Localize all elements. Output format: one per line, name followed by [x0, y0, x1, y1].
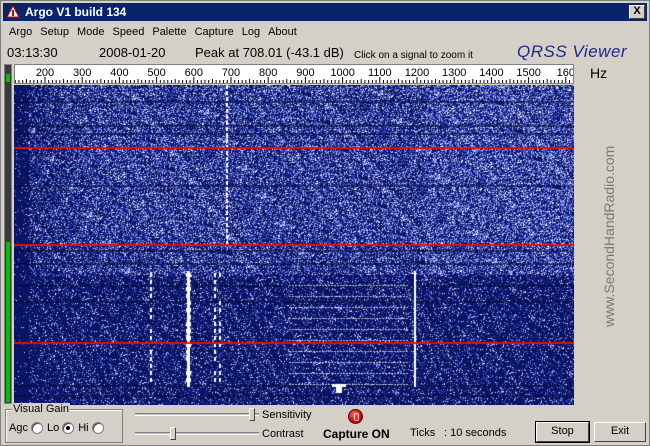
scale-label: 1100	[368, 67, 392, 79]
ticks-value: : 10 seconds	[444, 427, 507, 439]
frequency-scale-svg: 200 300 400 500 600 700 800 900 1000 1100 1200 1300…	[15, 67, 573, 83]
menu-capture[interactable]: Capture	[191, 26, 238, 38]
hi-label: Hi	[78, 422, 89, 434]
contrast-thumb[interactable]	[170, 427, 177, 440]
scale-label: 1200	[405, 67, 429, 79]
sensitivity-track	[135, 413, 259, 416]
sensitivity-thumb[interactable]	[249, 408, 256, 421]
visual-gain-group: Visual Gain Agc Lo Hi	[5, 403, 123, 443]
contrast-label: Contrast	[262, 428, 304, 440]
waterfall-display[interactable]	[14, 85, 574, 405]
scale-label: 1400	[479, 67, 503, 79]
menu-palette[interactable]: Palette	[148, 26, 190, 38]
contrast-track	[135, 432, 259, 435]
scale-label: 300	[73, 67, 91, 79]
visual-gain-legend: Visual Gain	[12, 403, 71, 415]
watermark-text: www.SecondHandRadio.com	[601, 145, 617, 327]
sensitivity-slider[interactable]	[135, 408, 259, 422]
capture-indicator-icon	[348, 409, 363, 424]
capture-status: Capture ON	[323, 427, 390, 441]
stop-button[interactable]: Stop	[535, 421, 590, 443]
scale-label: 800	[259, 67, 277, 79]
scale-label: 1300	[442, 67, 466, 79]
lo-label: Lo	[46, 422, 60, 434]
menu-log[interactable]: Log	[238, 26, 264, 38]
level-peak-indicator	[6, 74, 10, 82]
menu-setup[interactable]: Setup	[36, 26, 73, 38]
app-window: Argo V1 build 134 X Argo Setup Mode Spee…	[0, 0, 650, 446]
scale-label: 1500	[516, 67, 540, 79]
ticks-label: Ticks	[410, 427, 436, 439]
window-title: Argo V1 build 134	[25, 5, 127, 19]
close-button[interactable]: X	[629, 5, 645, 19]
visual-gain-options: Agc Lo Hi	[9, 422, 108, 434]
scale-label: 500	[147, 67, 165, 79]
scale-label: 200	[36, 67, 54, 79]
scale-label: 600	[185, 67, 203, 79]
title-bar[interactable]: Argo V1 build 134 X	[3, 3, 647, 21]
waterfall-canvas[interactable]	[14, 85, 574, 405]
agc-label: Agc	[9, 422, 28, 434]
signal-level-bar	[4, 64, 12, 404]
exit-button[interactable]: Exit	[594, 422, 646, 442]
sensitivity-label: Sensitivity	[262, 409, 312, 421]
menu-about[interactable]: About	[264, 26, 301, 38]
info-bar: 03:13:30 2008-01-20 Peak at 708.01 (-43.…	[1, 41, 650, 63]
frequency-unit: Hz	[590, 65, 608, 81]
scale-label: 400	[110, 67, 128, 79]
menu-argo[interactable]: Argo	[3, 26, 36, 38]
scale-label: 1000	[330, 67, 354, 79]
frequency-scale[interactable]: 200 300 400 500 600 700 800 900 1000 1100 1200 1300…	[14, 64, 574, 84]
menu-bar: Argo Setup Mode Speed Palette Capture Lo…	[3, 22, 301, 41]
menu-mode[interactable]: Mode	[73, 26, 109, 38]
current-date: 2008-01-20	[99, 45, 166, 60]
hi-radio[interactable]	[91, 422, 104, 434]
lo-radio[interactable]	[62, 422, 75, 434]
agc-radio[interactable]	[30, 422, 43, 434]
watermark: www.SecondHandRadio.com	[601, 146, 621, 347]
scale-label: 900	[296, 67, 314, 79]
scale-label: 700	[222, 67, 240, 79]
peak-readout: Peak at 708.01 (-43.1 dB)	[195, 45, 344, 60]
level-fill	[6, 242, 10, 402]
zoom-hint: Click on a signal to zoom it	[354, 50, 473, 61]
menu-speed[interactable]: Speed	[109, 26, 149, 38]
argo-app-icon[interactable]	[6, 5, 20, 19]
contrast-slider[interactable]	[135, 427, 259, 441]
qrss-viewer-logo: QRSS Viewer	[517, 42, 628, 61]
scale-label: 160	[557, 67, 573, 79]
clock-time: 03:13:30	[7, 45, 58, 60]
